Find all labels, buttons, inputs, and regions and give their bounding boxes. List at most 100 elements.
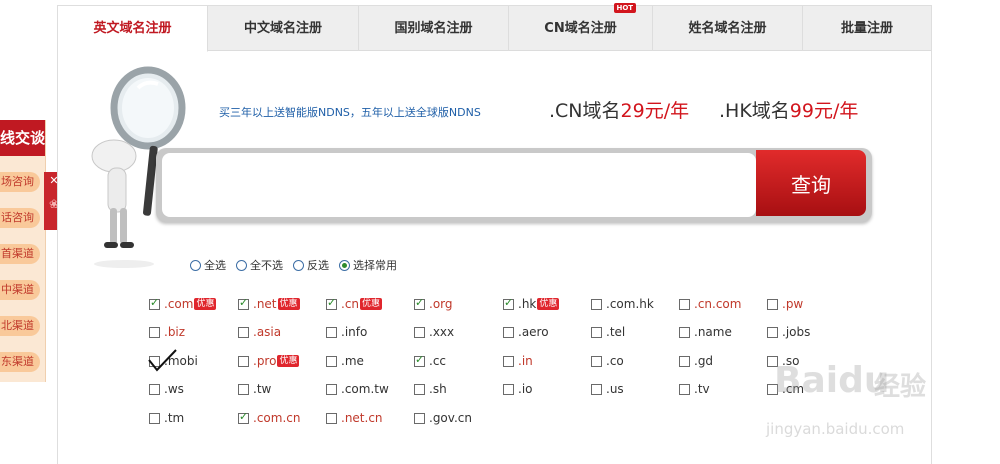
radio-select-none[interactable]: 全不选 xyxy=(236,257,283,273)
domain-option[interactable]: .biz xyxy=(149,325,185,339)
checkbox[interactable] xyxy=(326,383,337,395)
domain-option[interactable]: .name xyxy=(679,325,732,339)
domain-option[interactable]: .in xyxy=(503,354,533,368)
checkbox-checked[interactable] xyxy=(238,410,249,424)
domain-option[interactable]: .net.cn xyxy=(326,411,383,425)
checkbox[interactable] xyxy=(149,326,160,338)
checkbox[interactable] xyxy=(149,383,160,395)
checkbox-checked[interactable] xyxy=(238,296,249,310)
domain-option[interactable]: .tm xyxy=(149,411,184,425)
domain-option[interactable]: .com.tw xyxy=(326,382,389,396)
tab-cn-domain[interactable]: CN域名注册 HOT xyxy=(509,3,653,51)
domain-option[interactable]: .tw xyxy=(238,382,271,396)
domain-option[interactable]: .cn.com xyxy=(679,297,741,311)
checkbox[interactable] xyxy=(679,355,690,367)
checkbox[interactable] xyxy=(326,326,337,338)
checkbox[interactable] xyxy=(591,298,602,310)
domain-option[interactable]: .tel xyxy=(591,325,625,339)
discount-badge: 优惠 xyxy=(277,355,300,367)
consult-item[interactable]: 话咨询 xyxy=(0,208,40,228)
checkbox[interactable] xyxy=(503,326,514,338)
domain-option[interactable]: .org xyxy=(414,296,453,311)
checkbox[interactable] xyxy=(238,383,249,395)
radio-select-all[interactable]: 全选 xyxy=(190,257,226,273)
domain-option[interactable]: .tv xyxy=(679,382,710,396)
checkbox[interactable] xyxy=(238,355,249,367)
domain-option[interactable]: .gd xyxy=(679,354,713,368)
checkbox-checked[interactable] xyxy=(149,296,160,310)
domain-option[interactable]: .io xyxy=(503,382,533,396)
domain-option[interactable]: .com.cn xyxy=(238,410,300,425)
checkbox[interactable] xyxy=(679,383,690,395)
checkbox[interactable] xyxy=(326,412,337,424)
checkbox[interactable] xyxy=(503,383,514,395)
domain-option[interactable]: .co xyxy=(591,354,624,368)
domain-option[interactable]: .com优惠 xyxy=(149,296,217,311)
checkbox-checked[interactable] xyxy=(326,296,337,310)
domain-option[interactable]: .cn优惠 xyxy=(326,296,383,311)
domain-option[interactable]: .gov.cn xyxy=(414,411,472,425)
query-button[interactable]: 查询 xyxy=(756,150,866,216)
price-unit: /年 xyxy=(832,100,859,122)
checkbox[interactable] xyxy=(767,326,778,338)
checkbox[interactable] xyxy=(767,355,778,367)
checkbox[interactable] xyxy=(149,412,160,424)
consult-item[interactable]: 首渠道 xyxy=(0,244,40,264)
domain-suffix-label: .net xyxy=(253,297,277,311)
checkbox-checked[interactable] xyxy=(503,296,514,310)
checkbox-checked[interactable] xyxy=(414,296,425,310)
domain-suffix-label: .gov.cn xyxy=(429,411,472,425)
domain-option[interactable]: .aero xyxy=(503,325,549,339)
domain-suffix-label: .info xyxy=(341,325,368,339)
checkbox[interactable] xyxy=(414,326,425,338)
domain-suffix-label: .tw xyxy=(253,382,272,396)
domain-option[interactable]: .pro 优惠 xyxy=(238,354,300,368)
domain-suffix-label: .com.hk xyxy=(606,297,654,311)
checkbox[interactable] xyxy=(591,355,602,367)
tab-name-domain[interactable]: 姓名域名注册 xyxy=(653,6,803,51)
checkbox-checked[interactable] xyxy=(414,353,425,367)
domain-option[interactable]: .so xyxy=(767,354,799,368)
checkbox[interactable] xyxy=(238,326,249,338)
radio-select-common[interactable]: 选择常用 xyxy=(339,257,397,273)
checkbox[interactable] xyxy=(767,383,778,395)
domain-option[interactable]: .sh xyxy=(414,382,447,396)
tab-country-domain[interactable]: 国别域名注册 xyxy=(359,6,509,51)
radio-invert[interactable]: 反选 xyxy=(293,257,329,273)
domain-option[interactable]: .cm xyxy=(767,382,804,396)
domain-option[interactable]: .us xyxy=(591,382,624,396)
checkbox[interactable] xyxy=(503,355,514,367)
domain-suffix-label: .tv xyxy=(694,382,710,396)
domain-option[interactable]: .jobs xyxy=(767,325,810,339)
checkbox[interactable] xyxy=(414,412,425,424)
checkbox[interactable] xyxy=(679,298,690,310)
domain-option[interactable]: .ws xyxy=(149,382,184,396)
checkbox[interactable] xyxy=(326,355,337,367)
domain-suffix-label: .co xyxy=(606,354,624,368)
consult-item[interactable]: 东渠道 xyxy=(0,352,40,372)
radio-dot-selected xyxy=(339,259,350,271)
domain-option[interactable]: .asia xyxy=(238,325,281,339)
domain-option[interactable]: .com.hk xyxy=(591,297,654,311)
checkbox[interactable] xyxy=(591,326,602,338)
consult-item[interactable]: 中渠道 xyxy=(0,280,40,300)
tab-english-domain[interactable]: 英文域名注册 xyxy=(58,6,208,52)
domain-option[interactable]: .hk优惠 xyxy=(503,296,560,311)
checkbox[interactable] xyxy=(591,383,602,395)
domain-option[interactable]: .me xyxy=(326,354,364,368)
domain-option[interactable]: .info xyxy=(326,325,367,339)
domain-option[interactable]: .net优惠 xyxy=(238,296,300,311)
tab-chinese-domain[interactable]: 中文域名注册 xyxy=(208,6,359,51)
domain-suffix-label: .hk xyxy=(518,297,537,311)
domain-option[interactable]: .cc xyxy=(414,353,446,368)
checkbox[interactable] xyxy=(679,326,690,338)
domain-search-input[interactable] xyxy=(162,153,756,217)
domain-suffix-label: .name xyxy=(694,325,732,339)
checkbox[interactable] xyxy=(414,383,425,395)
domain-option[interactable]: .pw xyxy=(767,297,803,311)
consult-item[interactable]: 场咨询 xyxy=(0,172,40,192)
checkbox[interactable] xyxy=(767,298,778,310)
tab-bulk-register[interactable]: 批量注册 xyxy=(803,6,931,51)
domain-option[interactable]: .xxx xyxy=(414,325,454,339)
consult-item[interactable]: 北渠道 xyxy=(0,316,40,336)
